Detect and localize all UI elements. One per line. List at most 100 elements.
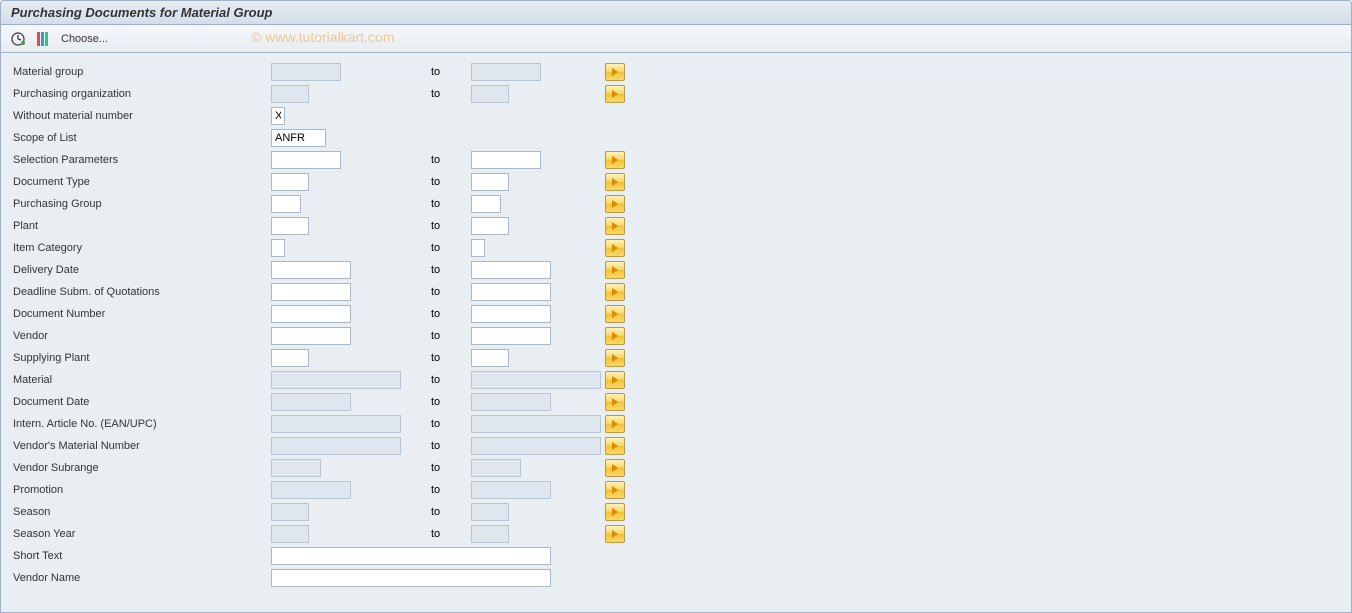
field-label: Season Year [11,528,271,540]
arrow-right-icon [612,68,618,76]
multiple-selection-button[interactable] [605,459,625,477]
arrow-right-icon [612,530,618,538]
to-label: to [431,308,471,320]
multiple-selection-button[interactable] [605,503,625,521]
item_cat-to-input[interactable] [471,239,485,257]
multiple-selection-button[interactable] [605,393,625,411]
vendor-to-input[interactable] [471,327,551,345]
field-label: Document Number [11,308,271,320]
field-row-supp_plant: Supplying Plantto [1,347,1351,369]
vend_subrange-from-input[interactable] [271,459,321,477]
promotion-to-input[interactable] [471,481,551,499]
deadline-to-input[interactable] [471,283,551,301]
multiple-selection-button[interactable] [605,415,625,433]
multiple-selection-button[interactable] [605,437,625,455]
field-label: Season [11,506,271,518]
deliv_date-to-input[interactable] [471,261,551,279]
promotion-from-input[interactable] [271,481,351,499]
choose-button[interactable]: Choose... [57,33,112,45]
without_matnr-from-input[interactable] [271,107,285,125]
deliv_date-from-input[interactable] [271,261,351,279]
purch_org-to-input[interactable] [471,85,509,103]
watermark: © www.tutorialkart.com [251,29,394,45]
doc_date-from-input[interactable] [271,393,351,411]
doc_number-to-input[interactable] [471,305,551,323]
execute-icon[interactable] [9,30,27,48]
sel_params-to-input[interactable] [471,151,541,169]
material-from-input[interactable] [271,371,401,389]
field-label: Document Date [11,396,271,408]
field-row-doc_type: Document Typeto [1,171,1351,193]
multiple-selection-button[interactable] [605,481,625,499]
field-row-material_group: Material groupto [1,61,1351,83]
multiple-selection-button[interactable] [605,327,625,345]
multiple-selection-button[interactable] [605,173,625,191]
doc_number-from-input[interactable] [271,305,351,323]
short_text-from-input[interactable] [271,547,551,565]
field-label: Purchasing Group [11,198,271,210]
vendor-from-input[interactable] [271,327,351,345]
arrow-right-icon [612,486,618,494]
plant-from-input[interactable] [271,217,309,235]
multiple-selection-button[interactable] [605,371,625,389]
field-row-item_cat: Item Categoryto [1,237,1351,259]
season-to-input[interactable] [471,503,509,521]
doc_type-from-input[interactable] [271,173,309,191]
arrow-right-icon [612,222,618,230]
purch_group-to-input[interactable] [471,195,501,213]
purch_group-from-input[interactable] [271,195,301,213]
field-row-deliv_date: Delivery Dateto [1,259,1351,281]
multiple-selection-button[interactable] [605,525,625,543]
season_year-from-input[interactable] [271,525,309,543]
field-row-material: Materialto [1,369,1351,391]
variant-icon[interactable] [33,30,51,48]
plant-to-input[interactable] [471,217,509,235]
to-label: to [431,242,471,254]
ean-to-input[interactable] [471,415,601,433]
item_cat-from-input[interactable] [271,239,285,257]
field-row-season_year: Season Yearto [1,523,1351,545]
scope_list-from-input[interactable] [271,129,326,147]
multiple-selection-button[interactable] [605,151,625,169]
doc_date-to-input[interactable] [471,393,551,411]
season_year-to-input[interactable] [471,525,509,543]
arrow-right-icon [612,266,618,274]
vendor_name-from-input[interactable] [271,569,551,587]
vend_subrange-to-input[interactable] [471,459,521,477]
multiple-selection-button[interactable] [605,195,625,213]
arrow-right-icon [612,244,618,252]
to-label: to [431,330,471,342]
field-label: Without material number [11,110,271,122]
purch_org-from-input[interactable] [271,85,309,103]
multiple-selection-button[interactable] [605,283,625,301]
multiple-selection-button[interactable] [605,261,625,279]
supp_plant-to-input[interactable] [471,349,509,367]
doc_type-to-input[interactable] [471,173,509,191]
deadline-from-input[interactable] [271,283,351,301]
multiple-selection-button[interactable] [605,85,625,103]
field-row-vend_subrange: Vendor Subrangeto [1,457,1351,479]
arrow-right-icon [612,398,618,406]
field-row-vendor: Vendor to [1,325,1351,347]
to-label: to [431,440,471,452]
vend_matnr-to-input[interactable] [471,437,601,455]
material_group-from-input[interactable] [271,63,341,81]
field-label: Scope of List [11,132,271,144]
material-to-input[interactable] [471,371,601,389]
field-label: Vendor [11,330,271,342]
multiple-selection-button[interactable] [605,349,625,367]
multiple-selection-button[interactable] [605,217,625,235]
field-row-purch_org: Purchasing organizationto [1,83,1351,105]
season-from-input[interactable] [271,503,309,521]
material_group-to-input[interactable] [471,63,541,81]
vend_matnr-from-input[interactable] [271,437,401,455]
ean-from-input[interactable] [271,415,401,433]
multiple-selection-button[interactable] [605,63,625,81]
supp_plant-from-input[interactable] [271,349,309,367]
sel_params-from-input[interactable] [271,151,341,169]
multiple-selection-button[interactable] [605,239,625,257]
field-label: Deadline Subm. of Quotations [11,286,271,298]
arrow-right-icon [612,178,618,186]
arrow-right-icon [612,332,618,340]
multiple-selection-button[interactable] [605,305,625,323]
